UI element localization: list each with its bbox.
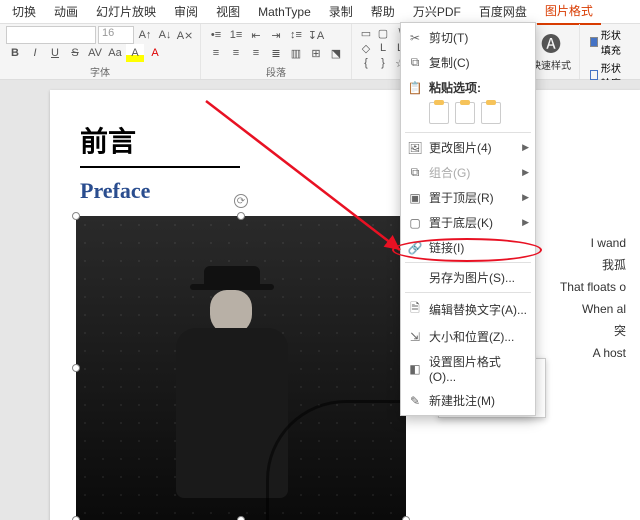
align-right-icon[interactable]: ≡ <box>247 44 265 62</box>
tab-wondershare-pdf[interactable]: 万兴PDF <box>405 0 469 24</box>
body-text: I wand 我孤 That floats o When al 突 A host <box>560 232 626 364</box>
columns-icon[interactable]: ▥ <box>287 44 305 62</box>
alt-text-icon: 🗎 <box>407 299 423 320</box>
align-center-icon[interactable]: ≡ <box>227 44 245 62</box>
tab-help[interactable]: 帮助 <box>363 0 403 24</box>
group-paragraph: •≡ 1≡ ⇤ ⇥ ↕≡ ↧A ≡ ≡ ≡ ≣ ▥ ⊞ ⬔ 段落 <box>201 24 352 79</box>
menu-bring-front[interactable]: ▣置于顶层(R)▶ <box>401 185 535 210</box>
font-group-label: 字体 <box>6 64 194 79</box>
menu-edit-alt-text[interactable]: 🗎编辑替换文字(A)... <box>401 295 535 324</box>
scissors-icon: ✂ <box>407 31 423 45</box>
size-position-icon: ⇲ <box>407 330 423 344</box>
indent-right-icon[interactable]: ⇥ <box>267 26 285 44</box>
ribbon-toolbar: 16 A↑ A↓ A⨯ B I U S AV Aa A A 字体 •≡ 1≡ ⇤… <box>0 24 640 80</box>
resize-handle[interactable] <box>402 516 410 520</box>
resize-handle[interactable] <box>237 212 245 220</box>
chevron-right-icon: ▶ <box>522 192 529 203</box>
font-color-icon[interactable]: A <box>146 44 164 62</box>
clear-format-icon[interactable]: A⨯ <box>176 26 194 44</box>
paste-options-row <box>401 100 535 130</box>
format-picture-icon: ◧ <box>407 362 423 376</box>
link-icon: 🔗 <box>407 241 423 255</box>
context-menu: ✂剪切(T) ⧉复制(C) 📋粘贴选项: 🖼更改图片(4)▶ ⧉组合(G)▶ ▣… <box>400 22 536 416</box>
line-spacing-icon[interactable]: ↕≡ <box>287 26 305 44</box>
underline-button[interactable]: U <box>46 44 64 62</box>
bold-button[interactable]: B <box>6 44 24 62</box>
resize-handle[interactable] <box>72 212 80 220</box>
align-objects-icon[interactable]: ⊞ <box>307 44 325 62</box>
menu-send-back[interactable]: ▢置于底层(K)▶ <box>401 210 535 235</box>
numbering-icon[interactable]: 1≡ <box>227 26 245 44</box>
resize-handle[interactable] <box>72 364 80 372</box>
menu-new-comment[interactable]: ✎新建批注(M) <box>401 388 535 413</box>
paragraph-group-label: 段落 <box>207 64 345 79</box>
bring-front-icon: ▣ <box>407 191 423 205</box>
paste-option-1[interactable] <box>429 102 449 124</box>
change-picture-icon: 🖼 <box>407 141 423 155</box>
justify-icon[interactable]: ≣ <box>267 44 285 62</box>
send-back-icon: ▢ <box>407 216 423 230</box>
group-shape-style: 形状填充 形状轮廓 形状效果 <box>580 24 640 79</box>
menu-group: ⧉组合(G)▶ <box>401 160 535 185</box>
group-font: 16 A↑ A↓ A⨯ B I U S AV Aa A A 字体 <box>0 24 201 79</box>
align-left-icon[interactable]: ≡ <box>207 44 225 62</box>
menu-cut[interactable]: ✂剪切(T) <box>401 25 535 50</box>
strike-button[interactable]: S <box>66 44 84 62</box>
chevron-right-icon: ▶ <box>522 217 529 228</box>
resize-handle[interactable] <box>237 516 245 520</box>
tab-record[interactable]: 录制 <box>321 0 361 24</box>
document-viewport[interactable]: 前言 Preface ⟳ I wand 我孤 That floats o Whe <box>0 80 640 520</box>
menu-save-as-picture[interactable]: 另存为图片(S)... <box>401 265 535 290</box>
italic-button[interactable]: I <box>26 44 44 62</box>
rotate-handle-icon[interactable]: ⟳ <box>234 194 248 208</box>
menu-hyperlink[interactable]: 🔗链接(I) <box>401 235 535 260</box>
smartart-icon[interactable]: ⬔ <box>327 44 345 62</box>
tab-view[interactable]: 视图 <box>208 0 248 24</box>
chevron-right-icon: ▶ <box>522 167 529 178</box>
tab-slideshow[interactable]: 幻灯片放映 <box>88 0 164 24</box>
menu-paste-options-header: 📋粘贴选项: <box>401 75 535 100</box>
increase-font-icon[interactable]: A↑ <box>136 26 154 44</box>
tab-review[interactable]: 审阅 <box>166 0 206 24</box>
copy-icon: ⧉ <box>407 55 423 70</box>
decrease-font-icon[interactable]: A↓ <box>156 26 174 44</box>
clipboard-icon: 📋 <box>407 81 423 95</box>
tab-transition[interactable]: 切换 <box>4 0 44 24</box>
case-icon[interactable]: Aa <box>106 44 124 62</box>
group-icon: ⧉ <box>407 165 423 180</box>
chevron-right-icon: ▶ <box>522 142 529 153</box>
tab-picture-format[interactable]: 图片格式 <box>537 0 601 25</box>
menu-size-position[interactable]: ⇲大小和位置(Z)... <box>401 324 535 349</box>
shape-fill-button[interactable]: 形状填充 <box>586 26 634 58</box>
tab-animation[interactable]: 动画 <box>46 0 86 24</box>
image-content <box>76 216 406 520</box>
tab-baidu-netdisk[interactable]: 百度网盘 <box>471 0 535 24</box>
comment-icon: ✎ <box>407 394 423 408</box>
text-direction-icon[interactable]: ↧A <box>307 26 325 44</box>
indent-left-icon[interactable]: ⇤ <box>247 26 265 44</box>
paste-option-2[interactable] <box>455 102 475 124</box>
resize-handle[interactable] <box>72 516 80 520</box>
selected-image[interactable]: ⟳ <box>76 216 406 520</box>
bullets-icon[interactable]: •≡ <box>207 26 225 44</box>
font-size-select[interactable]: 16 <box>98 26 134 44</box>
menu-copy[interactable]: ⧉复制(C) <box>401 50 535 75</box>
spacing-icon[interactable]: AV <box>86 44 104 62</box>
highlight-icon[interactable]: A <box>126 44 144 62</box>
tab-mathtype[interactable]: MathType <box>250 1 319 23</box>
slide-page[interactable]: 前言 Preface ⟳ I wand 我孤 That floats o Whe <box>50 90 640 520</box>
menu-format-picture[interactable]: ◧设置图片格式(O)... <box>401 349 535 388</box>
ribbon-tabs: 切换 动画 幻灯片放映 审阅 视图 MathType 录制 帮助 万兴PDF 百… <box>0 0 640 24</box>
heading-rule <box>80 166 240 168</box>
paste-option-3[interactable] <box>481 102 501 124</box>
menu-change-picture[interactable]: 🖼更改图片(4)▶ <box>401 135 535 160</box>
font-name-select[interactable] <box>6 26 96 44</box>
